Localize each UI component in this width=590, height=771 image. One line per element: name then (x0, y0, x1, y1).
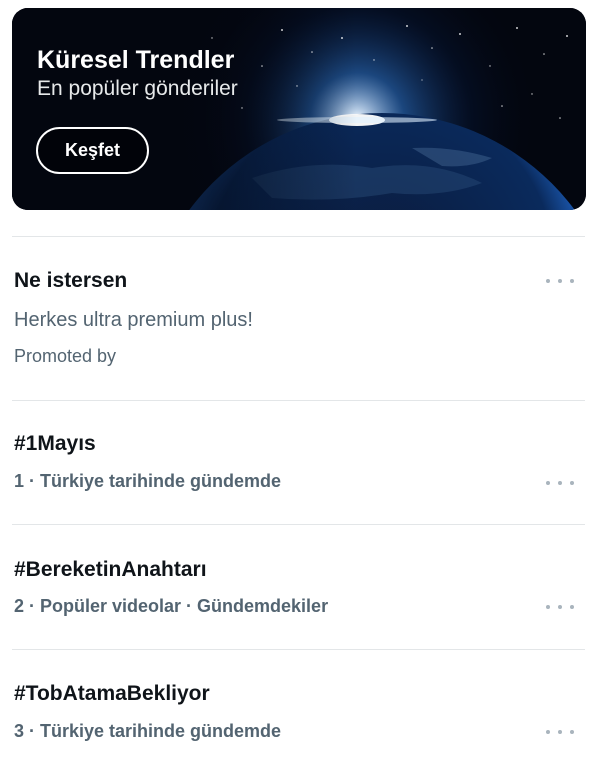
more-horizontal-icon[interactable] (546, 602, 574, 612)
promoted-text: Herkes ultra premium plus! (14, 309, 253, 331)
more-horizontal-icon[interactable] (546, 276, 574, 286)
global-trends-banner[interactable]: Küresel Trendler En popüler gönderiler K… (12, 8, 586, 210)
banner-subtitle: En popüler gönderiler (37, 77, 238, 100)
trend-item[interactable]: #BereketinAnahtarı 2 · Popüler videolar … (14, 524, 574, 649)
trend-meta: 2 · Popüler videolar · Gündemdekiler (14, 596, 329, 616)
banner-title: Küresel Trendler (37, 46, 235, 74)
explore-trends-page: Küresel Trendler En popüler gönderiler K… (0, 0, 590, 771)
trend-item[interactable]: #TobAtamaBekliyor 3 · Türkiye tarihinde … (14, 649, 574, 771)
trend-item[interactable]: #1Mayıs 1 · Türkiye tarihinde gündemde (14, 400, 574, 524)
more-horizontal-icon[interactable] (546, 478, 574, 488)
trend-hashtag: #BereketinAnahtarı (14, 558, 207, 581)
more-horizontal-icon[interactable] (546, 727, 574, 737)
promoted-by-label: Promoted by (14, 346, 117, 366)
promoted-trend-item[interactable]: Ne istersen Herkes ultra premium plus! P… (14, 236, 574, 400)
trend-hashtag: #TobAtamaBekliyor (14, 682, 210, 705)
explore-button[interactable]: Keşfet (36, 127, 149, 174)
trend-meta: 3 · Türkiye tarihinde gündemde (14, 721, 282, 741)
promoted-title: Ne istersen (14, 269, 128, 292)
trend-meta: 1 · Türkiye tarihinde gündemde (14, 471, 282, 491)
earth-space-image (12, 8, 586, 210)
trend-hashtag: #1Mayıs (14, 432, 96, 455)
